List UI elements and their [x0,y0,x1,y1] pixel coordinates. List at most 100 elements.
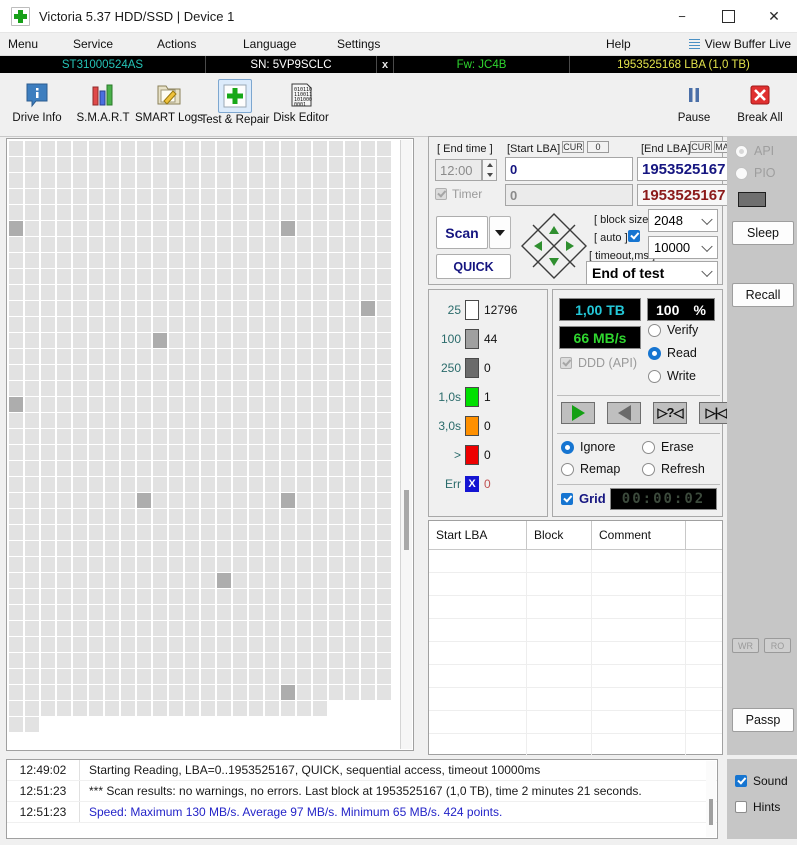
log-scroll-thumb[interactable] [709,799,713,825]
block-map-cell [281,237,295,252]
grid-checkbox[interactable] [561,492,573,505]
block-map-cell [265,141,279,156]
menu-item-settings[interactable]: Settings [337,37,380,51]
end-time-spinner[interactable] [482,159,497,181]
auto-checkbox[interactable] [628,230,640,242]
table-row[interactable] [429,573,722,596]
action-erase-row[interactable]: Erase [642,440,694,454]
start-lba-input[interactable]: 0 [505,157,633,181]
block-map-cell [345,365,359,380]
block-map-cell [25,365,39,380]
ddd-api-row[interactable]: DDD (API) [560,356,637,370]
results-table[interactable]: Start LBA Block Comment [428,520,723,757]
block-map-grid[interactable] [9,141,402,738]
pio-mode-radio[interactable] [735,166,748,180]
mode-read-row[interactable]: Read [648,346,697,360]
sound-checkbox[interactable] [735,775,747,787]
table-row[interactable] [429,642,722,665]
block-map-cell [281,269,295,284]
api-mode-row[interactable]: API [735,144,774,158]
toolbar-pause-button[interactable]: Pause [661,76,727,124]
hints-toggle-row[interactable]: Hints [735,800,780,814]
scan-button[interactable]: Scan [436,216,488,249]
sleep-button[interactable]: Sleep [732,221,794,245]
menu-item-actions[interactable]: Actions [157,37,196,51]
block-map-scroll-thumb[interactable] [404,490,409,550]
timer-checkbox[interactable] [435,188,447,200]
table-row[interactable] [429,665,722,688]
block-map-cell [377,269,391,284]
scan-dropdown-button[interactable] [489,216,511,249]
block-map-scrollbar[interactable] [400,140,412,749]
play-back-button[interactable] [607,402,641,424]
view-buffer-live-button[interactable]: View Buffer Live [688,37,791,51]
timeout-select[interactable]: 10000 [648,236,718,259]
toolbar-smart-button[interactable]: S.M.A.R.T [70,76,136,124]
hints-checkbox[interactable] [735,801,747,813]
block-map-panel[interactable] [6,138,414,751]
pio-mode-row[interactable]: PIO [735,166,776,180]
timer-checkbox-row[interactable]: Timer [435,187,482,201]
table-row[interactable] [429,596,722,619]
mode-write-radio[interactable] [648,369,661,383]
play-forward-button[interactable] [561,402,595,424]
action-ignore-row[interactable]: Ignore [561,440,615,454]
passp-button[interactable]: Passp [732,708,794,732]
block-size-select[interactable]: 2048 [648,209,718,232]
minimize-button[interactable]: − [659,0,705,32]
block-map-cell [137,333,151,348]
action-erase-radio[interactable] [642,440,655,454]
block-map-cell [121,621,135,636]
action-refresh-radio[interactable] [642,462,655,476]
menu-item-menu[interactable]: Menu [8,37,38,51]
toolbar-test-repair-button[interactable]: Test & Repair [200,76,270,126]
close-button[interactable]: ✕ [751,0,797,32]
action-remap-radio[interactable] [561,462,574,476]
test-control-panel: [ End time ] 12:00 Timer [Start LBA] CUR… [428,136,769,757]
api-mode-radio[interactable] [735,144,748,158]
log-panel[interactable]: 12:49:02 Starting Reading, LBA=0..1953525… [6,759,718,839]
recall-button[interactable]: Recall [732,283,794,307]
toolbar-drive-info-button[interactable]: Drive Info [4,76,70,124]
table-cell [527,619,592,641]
end-lba-cur-button[interactable]: CUR [690,141,712,153]
end-time-input[interactable]: 12:00 [435,159,482,181]
table-row[interactable] [429,550,722,573]
nav-diamond-icon[interactable] [519,211,589,281]
block-map-cell [377,493,391,508]
menu-item-language[interactable]: Language [243,37,296,51]
block-map-cell [73,365,87,380]
sound-toggle-row[interactable]: Sound [735,774,788,788]
grid-toggle-row[interactable]: Grid [561,491,606,506]
log-scrollbar[interactable] [706,761,716,837]
ddd-api-checkbox[interactable] [560,357,572,369]
toolbar-break-all-button[interactable]: Break All [727,76,793,124]
results-table-body[interactable] [429,550,722,757]
mode-write-row[interactable]: Write [648,369,696,383]
end-of-test-select[interactable]: End of test [586,261,718,285]
toolbar-smart-logs-button[interactable]: SMART Logs [135,76,203,124]
drive-x-flag[interactable]: x [377,56,394,73]
seek-unknown-button[interactable]: ▷?◁ [653,402,687,424]
table-row[interactable] [429,734,722,757]
mode-read-radio[interactable] [648,346,661,360]
menu-item-service[interactable]: Service [73,37,113,51]
toolbar-disk-editor-button[interactable]: 010110 110011 101000 0001 Disk Editor [268,76,334,124]
quick-button[interactable]: QUICK [436,254,511,279]
maximize-button[interactable] [705,0,751,32]
table-row[interactable] [429,711,722,734]
block-map-cell [121,413,135,428]
block-map-cell [137,573,151,588]
mode-verify-radio[interactable] [648,323,661,337]
start-lba-cur-button[interactable]: CUR [562,141,584,153]
menu-item-help[interactable]: Help [606,37,631,51]
action-remap-row[interactable]: Remap [561,462,620,476]
table-row[interactable] [429,688,722,711]
action-refresh-row[interactable]: Refresh [642,462,705,476]
table-row[interactable] [429,619,722,642]
start-lba-zero-button[interactable]: 0 [587,141,609,153]
action-ignore-radio[interactable] [561,440,574,454]
mode-verify-row[interactable]: Verify [648,323,698,337]
block-map-cell [281,573,295,588]
title-bar: Victoria 5.37 HDD/SSD | Device 1 − ✕ [0,0,797,33]
